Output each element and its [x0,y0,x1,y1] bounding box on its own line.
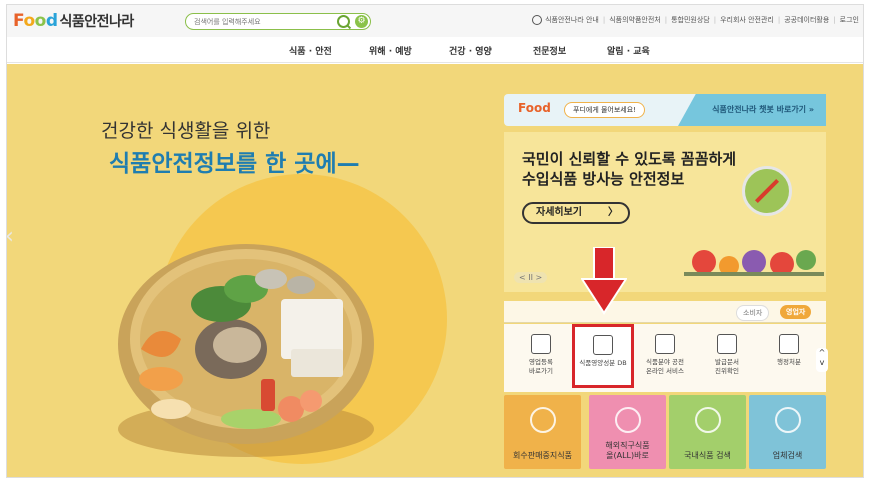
chevron-down-icon[interactable]: v [816,358,828,368]
tab-business[interactable]: 영업자 [780,305,812,319]
registration-icon [531,334,551,354]
util-link-public-data[interactable]: 공공데이터활용 [784,15,829,25]
logo-letter: o [34,11,47,31]
nav-item-food-safety[interactable]: 식품 · 안전 [289,44,332,57]
nav-item-notice-education[interactable]: 알림 · 교육 [607,44,650,57]
chevron-right-icon: 〉 [608,207,618,218]
service-label: 영업등록 바로가기 [529,358,553,375]
no-radiation-icon [742,166,792,216]
tile-domestic-food-search[interactable]: 국내식품 검색 [669,395,746,469]
globe-icon [532,15,543,25]
service-label: 식품영양성분 DB [579,359,627,367]
shield-icon [530,407,556,433]
document-check-icon [717,334,737,354]
tile-label: 업체검색 [772,451,803,460]
gear-icon[interactable]: ⚙ [355,15,368,28]
chatbot-ask-bubble: 푸디에게 물어보세요! [564,102,645,118]
utility-links: 식품안전나라 안내 | 식품의약품안전처 | 통합민원상담 | 우리회사 안전관리 | … [532,15,859,25]
prev-slide-icon[interactable]: ‹ [7,224,14,249]
banner-title-line1: 국민이 신뢰할 수 있도록 꼼꼼하게 [522,150,737,168]
util-link-about[interactable]: 식품안전나라 안내 [545,15,599,25]
hot-pot-image [118,244,374,457]
search-icon[interactable] [337,15,350,28]
browser-viewport: Food식품안전나라 ⚙ 식품안전나라 안내| 식품의약품안전처| 통합민원상담… [6,4,864,478]
nav-item-expert-info[interactable]: 전문정보 [533,44,566,57]
main-nav: 식품 · 안전 위해 · 예방 건강 · 영양 전문정보 알림 · 교육 [7,37,863,63]
util-link-login[interactable]: 로그인 [840,15,859,25]
red-arrow-icon [581,247,627,315]
service-admin-disposition[interactable]: 행정처분 [758,326,820,388]
logo-text: 식품안전나라 [59,14,134,30]
logo-letter: o [23,11,35,31]
banner-pager[interactable]: < II > [514,272,548,283]
bell-icon [615,407,641,433]
tile-company-search[interactable]: 업체검색 [749,395,826,469]
banner-title-line2: 수입식품 방사능 안전정보 [522,170,685,188]
nav-item-health-nutrition[interactable]: 건강 · 영양 [449,44,492,57]
service-food-code[interactable]: 식품분야 공전 온라인 서비스 [634,326,696,388]
service-business-registration[interactable]: 영업등록 바로가기 [510,326,572,388]
book-icon [655,334,675,354]
logo-letter: d [45,11,58,31]
more-button[interactable]: 자세히보기 〉 [522,202,630,224]
tile-overseas-direct-purchase[interactable]: 해외직구식품 올(ALL)바로 [589,395,666,469]
search-input[interactable] [194,15,334,28]
hero-section: ‹ 건강한 식생활을 위한 식품안전정보를 한 곳에— Food [7,64,863,477]
logo-letter: F [13,11,24,31]
util-link-consult[interactable]: 통합민원상담 [671,15,710,25]
chatbot-banner[interactable]: Food 푸디에게 물어보세요! 식품안전나라 챗봇 바로가기 » [504,94,826,126]
site-logo[interactable]: Food 식품안전나라 [13,11,134,31]
chatbot-logo: Food [518,101,551,115]
services-scroll[interactable]: ^ v [816,348,828,372]
store-icon [775,407,801,433]
util-link-mfds[interactable]: 식품의약품안전처 [609,15,661,25]
hero-subtitle: 건강한 식생활을 위한 [101,120,271,142]
search-box: ⚙ [185,13,371,30]
database-icon [593,335,613,355]
tile-label: 국내식품 검색 [684,451,731,460]
more-button-label: 자세히보기 [536,207,582,218]
tab-consumer[interactable]: 소비자 [736,305,770,321]
chevron-up-icon[interactable]: ^ [816,348,828,358]
business-services: 영업등록 바로가기 식품영양성분 DB 식품분야 공전 온라인 서비스 발급문서… [504,324,828,392]
service-label: 행정처분 [777,358,801,366]
service-nutrition-db[interactable]: 식품영양성분 DB [572,324,634,388]
nav-item-risk-prevention[interactable]: 위해 · 예방 [369,44,412,57]
service-label: 발급문서 진위확인 [715,358,739,375]
chatbot-link[interactable]: 식품안전나라 챗봇 바로가기 » [678,94,826,126]
util-link-company-safety[interactable]: 우리회사 안전관리 [720,15,774,25]
tile-label: 회수판매중지식품 [513,451,572,460]
audience-tabs: 소비자 영업자 [504,301,826,323]
vegetables-illustration [684,250,824,276]
hero-title: 식품안전정보를 한 곳에— [109,151,360,177]
search-icon [695,407,721,433]
radiation-safety-banner: 국민이 신뢰할 수 있도록 꼼꼼하게 수입식품 방사능 안전정보 자세히보기 〉… [504,132,826,292]
top-header: Food식품안전나라 ⚙ 식품안전나라 안내| 식품의약품안전처| 통합민원상담… [7,5,863,37]
service-label: 식품분야 공전 온라인 서비스 [646,358,684,375]
tile-label: 해외직구식품 올(ALL)바로 [605,441,650,460]
tile-recall-food[interactable]: 회수판매중지식품 [504,395,581,469]
service-document-verify[interactable]: 발급문서 진위확인 [696,326,758,388]
alarm-icon [779,334,799,354]
